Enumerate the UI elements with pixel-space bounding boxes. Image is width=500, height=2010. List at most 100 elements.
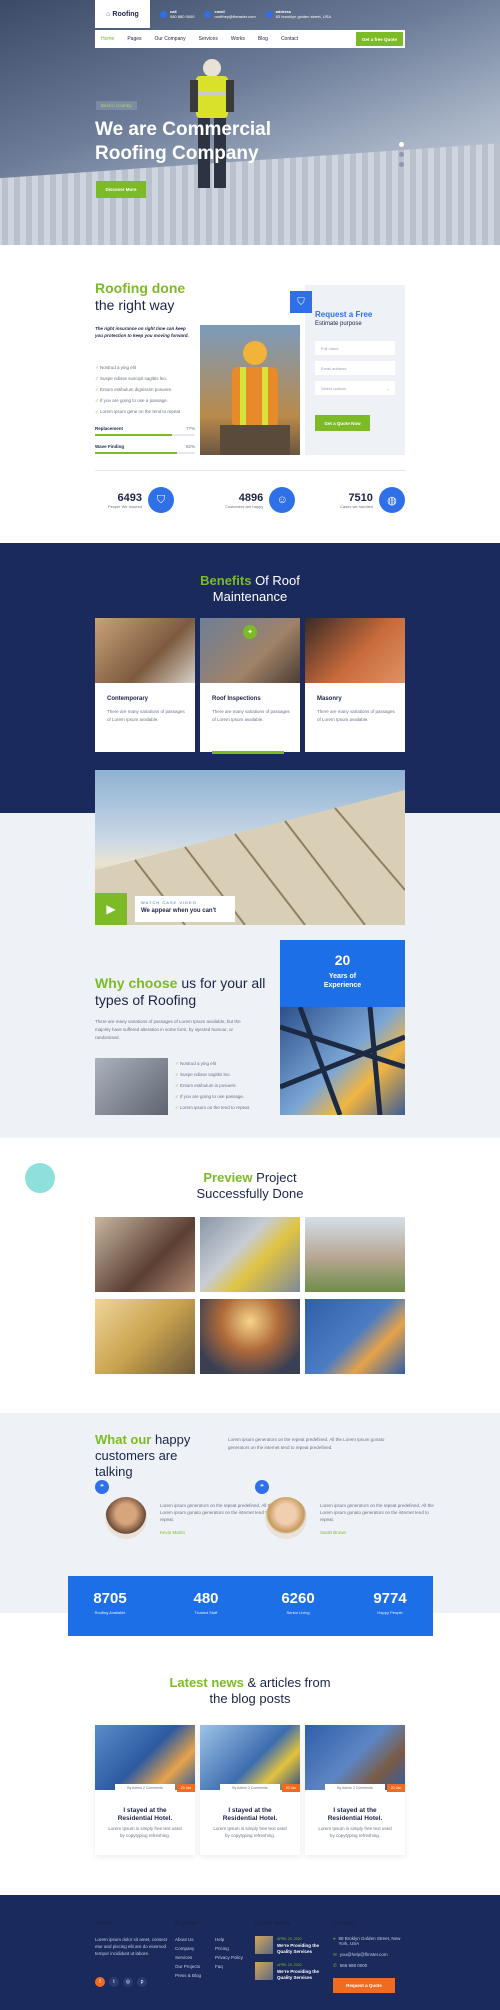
about-intro: The right insurance on right time can ke… <box>95 326 189 338</box>
list-item: Entum estibulum dignissim posuere. <box>95 384 180 395</box>
hero-title: We are Commercial Roofing Company <box>95 119 272 164</box>
globe-icon: ◍ <box>378 487 405 513</box>
footer-email[interactable]: ✉ you@help@flmster.com <box>333 1952 388 1958</box>
footer-explore: Explore About Us Company Services Our Pr… <box>175 1921 202 1980</box>
slider-dot[interactable] <box>399 152 404 157</box>
phone-icon <box>160 10 167 18</box>
news-thumb[interactable] <box>255 1936 273 1954</box>
footer-links: Help Pricing Privacy Policy Faq <box>215 1935 243 1971</box>
case-video[interactable]: ▶ WATCH CASE VIDEO We appear when you ca… <box>95 770 405 925</box>
form-title: Request a Free <box>315 310 373 319</box>
project-photo[interactable] <box>200 1217 300 1292</box>
blog-post[interactable]: By Admin 2 Comments 20 Jan I stayed at t… <box>200 1725 300 1855</box>
name-field[interactable]: Full name <box>315 341 395 355</box>
list-item: If you are going to use passage. <box>175 1091 250 1102</box>
nav-home[interactable]: Home <box>101 36 114 42</box>
stat-insured: 6493 People We Insured ⛉ <box>108 487 174 513</box>
play-icon[interactable]: ▶ <box>95 893 127 925</box>
why-text: There are many variations of passages of… <box>95 1019 241 1040</box>
shield-icon: ⛉ <box>290 291 312 313</box>
footer <box>0 1895 500 2010</box>
testimonials-intro: Lorem ipsum generators on the repeat pre… <box>228 1437 385 1450</box>
nav-pages[interactable]: Pages <box>127 36 141 42</box>
nav-services[interactable]: Services <box>199 36 218 42</box>
divider <box>95 470 405 471</box>
badge-icon: ✦ <box>243 625 257 639</box>
list-item: Suspe ndisse sagittis leo. <box>175 1069 250 1080</box>
free-quote-button[interactable]: Get a free Quote <box>355 32 403 46</box>
footer-link[interactable]: Press & Blog <box>175 1971 201 1980</box>
footer-link[interactable]: Faq <box>215 1962 243 1971</box>
project-photo[interactable] <box>200 1299 300 1374</box>
benefits-title: Benefits Of Roof Maintenance <box>200 573 300 604</box>
list-item: Lorem ipsum on the tend to repeat. <box>175 1102 250 1113</box>
card-image <box>305 618 405 683</box>
avatar <box>265 1497 307 1539</box>
email-info: email roofthey@flmaster.com <box>204 9 256 19</box>
footer-link[interactable]: Help <box>215 1935 243 1944</box>
email-field[interactable]: Email address <box>315 361 395 375</box>
benefit-card[interactable]: Contemporary There are many variations o… <box>95 618 195 752</box>
footer-link[interactable]: Pricing <box>215 1944 243 1953</box>
benefit-card[interactable]: Masonry There are many variations of pas… <box>305 618 405 752</box>
why-checklist: Nostrud a ying elit Suspe ndisse sagitti… <box>175 1058 250 1113</box>
progress-bar <box>95 452 195 454</box>
skill-wave-finding: Wave Finding 82% <box>95 444 195 454</box>
avatar <box>105 1497 147 1539</box>
benefit-card[interactable]: ✦ Roof Inspections There are many variat… <box>200 618 300 754</box>
twitter-icon[interactable]: t <box>109 1977 119 1987</box>
instagram-icon[interactable]: ◎ <box>123 1977 133 1987</box>
project-photo[interactable] <box>95 1217 195 1292</box>
discover-more-button[interactable]: Discover More <box>96 181 146 198</box>
counter-item: 6260 Senior Living <box>281 1590 315 1615</box>
nav-works[interactable]: Works <box>231 36 245 42</box>
preview-title: Preview Project Successfully Done <box>196 1170 304 1201</box>
blog-post[interactable]: By Admin 2 Comments 20 Jan I stayed at t… <box>95 1725 195 1855</box>
counter-bar: 8705 Roofing Available 480 Trusted Staff 6… <box>68 1576 433 1636</box>
slider-dot[interactable] <box>399 142 404 147</box>
service-select[interactable]: Select options ⌄ <box>315 381 395 395</box>
post-image <box>305 1725 405 1790</box>
email-icon <box>204 10 212 18</box>
footer-link[interactable]: Privacy Policy <box>215 1953 243 1962</box>
experience-box: 20 Years of Experience <box>280 940 405 1007</box>
list-item: Nostrud a ying elit <box>95 362 180 373</box>
footer-news: Latest News <box>255 1921 291 1927</box>
form-subtitle: Estimate purpose <box>315 321 362 327</box>
progress-fill <box>95 452 177 454</box>
counter-item: 8705 Roofing Available <box>93 1590 127 1615</box>
list-item: Lorem ipsum gene on the tend to repeat <box>95 406 180 417</box>
slider-dot[interactable] <box>399 162 404 167</box>
location-icon <box>265 10 273 18</box>
project-photo[interactable] <box>305 1217 405 1292</box>
footer-phone[interactable]: ✆ 666 888 0000 <box>333 1963 367 1969</box>
roof-tiles-photo <box>95 1058 168 1115</box>
blog-post[interactable]: By Admin 2 Comments 20 Jan I stayed at t… <box>305 1725 405 1855</box>
card-image <box>95 618 195 683</box>
nav-contact[interactable]: Contact <box>281 36 298 42</box>
footer-link[interactable]: Company <box>175 1944 201 1953</box>
nav-blog[interactable]: Blog <box>258 36 268 42</box>
progress-fill <box>95 434 172 436</box>
facebook-icon[interactable]: f <box>95 1977 105 1987</box>
nav-our-company[interactable]: Our Company <box>155 36 186 42</box>
steel-frame-illustration <box>280 1007 405 1115</box>
testimonial-name: Kevin Martin <box>160 1530 186 1535</box>
shield-icon: ⛉ <box>147 487 174 513</box>
footer-contact: Contact <box>333 1921 356 1927</box>
roofer-photo <box>200 325 300 455</box>
logo[interactable]: ⌂ Roofing <box>95 0 150 28</box>
footer-link[interactable]: Our Projects <box>175 1962 201 1971</box>
pinterest-icon[interactable]: p <box>137 1977 147 1987</box>
roof-logo-icon: ⌂ <box>106 10 111 18</box>
get-quote-button[interactable]: Get a Quote Now <box>315 415 370 431</box>
email-icon: ✉ <box>333 1952 337 1957</box>
counter-item: 9774 Happy People <box>373 1590 407 1615</box>
request-quote-button[interactable]: Request a Quote <box>333 1978 395 1993</box>
project-photo[interactable] <box>305 1299 405 1374</box>
footer-link[interactable]: Services <box>175 1953 201 1962</box>
project-photo[interactable] <box>95 1299 195 1374</box>
video-caption: WATCH CASE VIDEO We appear when you can'… <box>135 896 235 922</box>
news-thumb[interactable] <box>255 1962 273 1980</box>
footer-link[interactable]: About Us <box>175 1935 201 1944</box>
